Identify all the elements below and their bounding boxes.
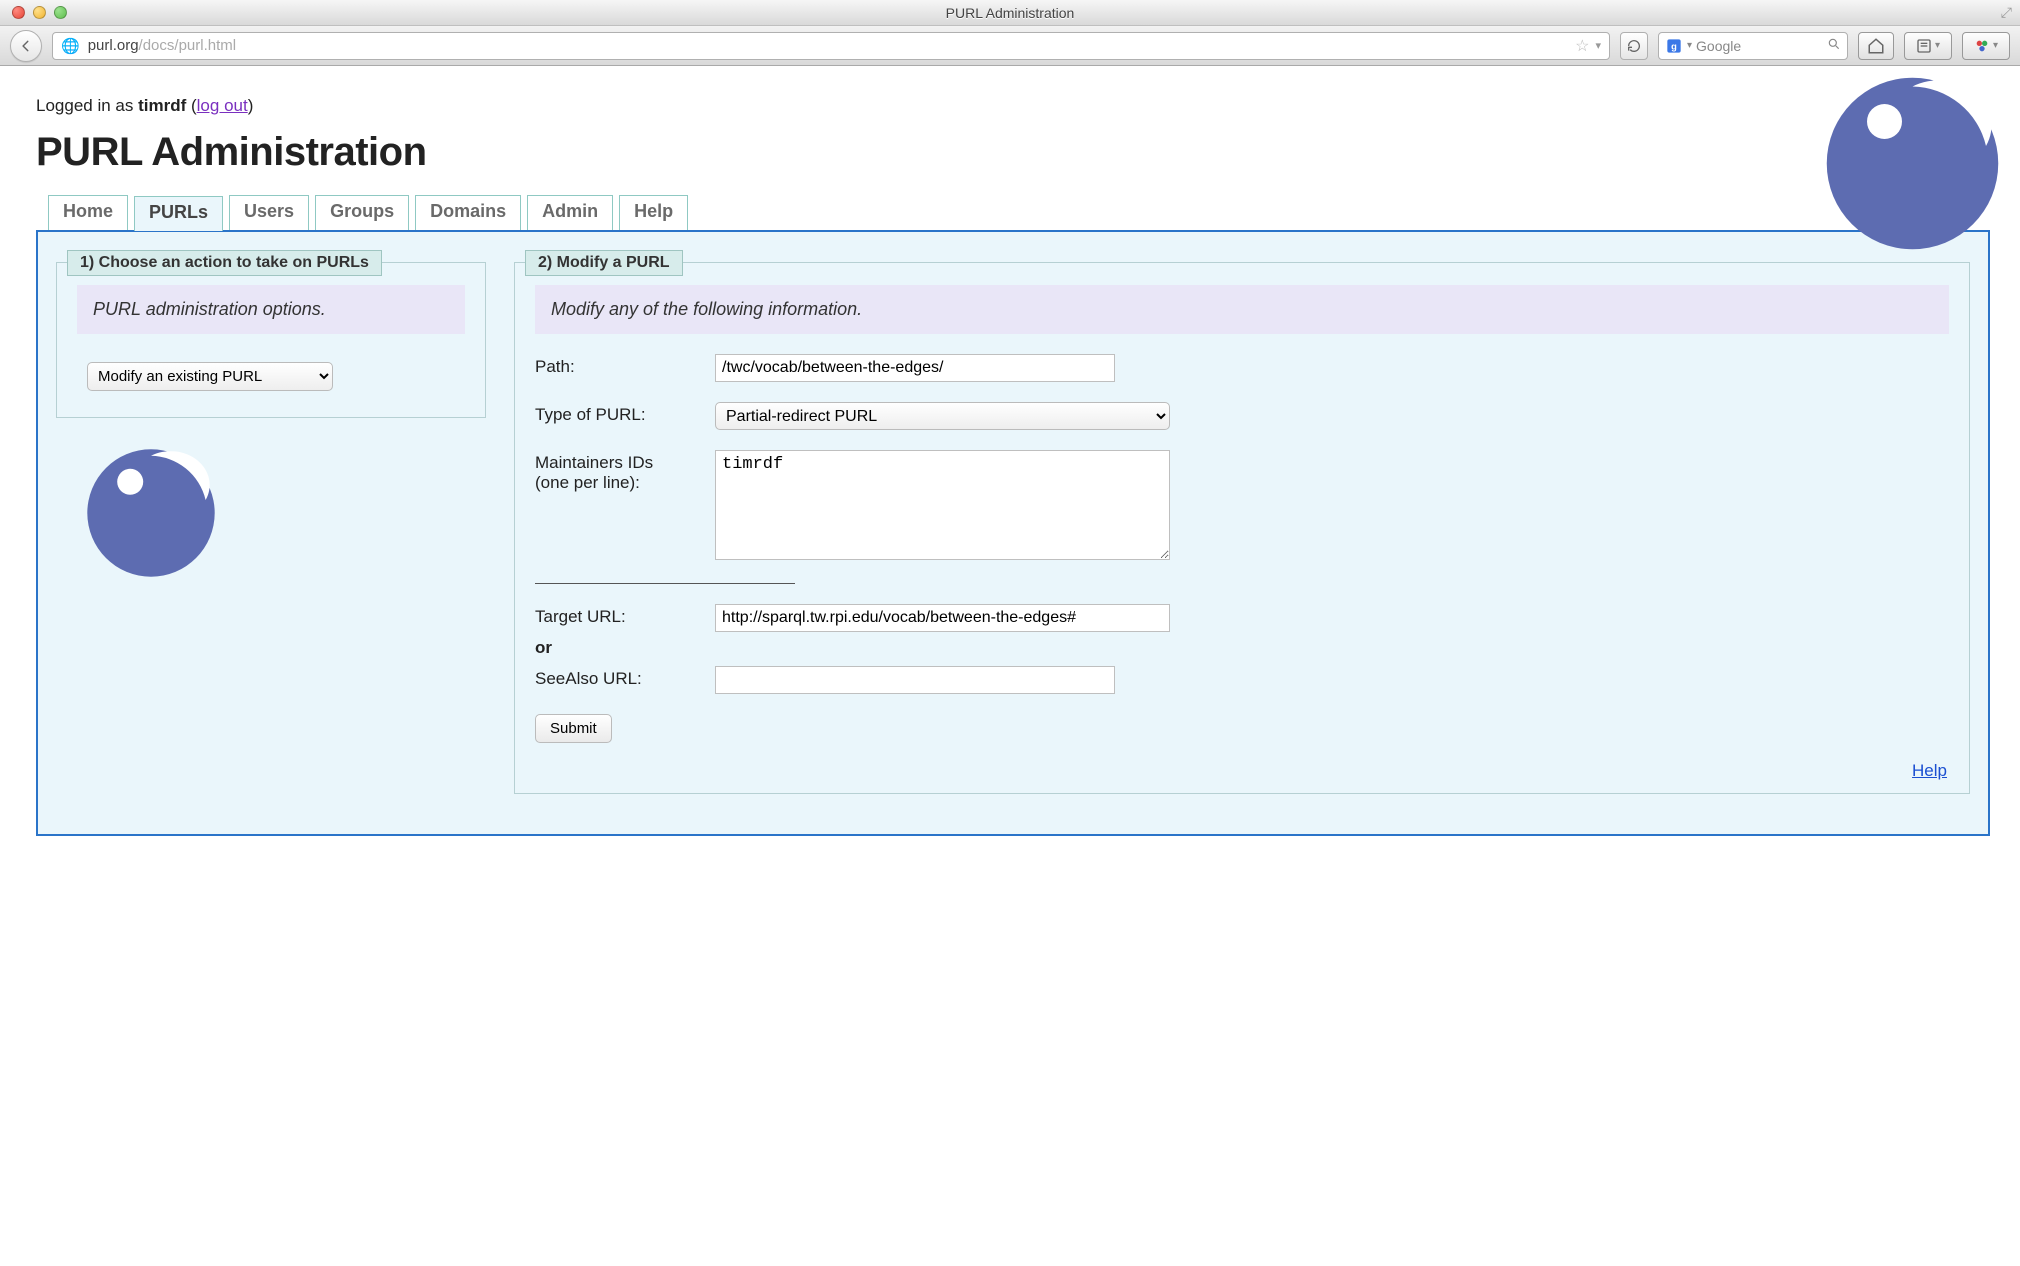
window-title: PURL Administration	[946, 5, 1075, 21]
modify-purl-banner: Modify any of the following information.	[535, 285, 1949, 334]
window-traffic-lights	[0, 6, 67, 19]
search-placeholder: Google	[1696, 38, 1827, 54]
browser-search-box[interactable]: g ▾ Google	[1658, 32, 1848, 60]
login-status: Logged in as timrdf (log out)	[36, 96, 1990, 116]
page-content: Logged in as timrdf (log out) PURL Admin…	[0, 66, 2020, 1246]
right-column: 2) Modify a PURL Modify any of the follo…	[514, 262, 1970, 794]
url-dropdown-icon[interactable]: ▾	[1595, 39, 1601, 52]
help-link[interactable]: Help	[1912, 761, 1947, 781]
label-maintainers-l1: Maintainers IDs	[535, 453, 715, 473]
reload-button[interactable]	[1620, 32, 1648, 60]
choose-action-banner: PURL administration options.	[77, 285, 465, 334]
choose-action-fieldset: 1) Choose an action to take on PURLs PUR…	[56, 262, 486, 418]
page-title: PURL Administration	[36, 130, 1990, 175]
input-seealso[interactable]	[715, 666, 1115, 694]
bookmarks-button[interactable]: ▾	[1904, 32, 1952, 60]
bookmark-star-icon[interactable]: ☆	[1575, 36, 1589, 56]
row-seealso: SeeAlso URL:	[535, 666, 1949, 694]
window-resize-icon[interactable]: ⤢	[2001, 4, 2012, 21]
bookmarks-icon	[1916, 38, 1932, 54]
label-seealso: SeeAlso URL:	[535, 666, 715, 689]
purl-logo-small	[86, 448, 216, 578]
tab-home[interactable]: Home	[48, 195, 128, 230]
logout-link[interactable]: log out	[197, 96, 248, 115]
google-icon: g	[1665, 37, 1683, 55]
search-icon[interactable]	[1827, 37, 1841, 54]
choose-action-legend: 1) Choose an action to take on PURLs	[67, 250, 382, 276]
input-target[interactable]	[715, 604, 1170, 632]
label-maintainers-l2: (one per line):	[535, 473, 715, 493]
tab-groups[interactable]: Groups	[315, 195, 409, 230]
url-path: /docs/purl.html	[139, 37, 237, 54]
label-path: Path:	[535, 354, 715, 377]
address-bar[interactable]: 🌐 purl.org/docs/purl.html ☆ ▾	[52, 32, 1610, 60]
row-type: Type of PURL: Partial-redirect PURL	[535, 402, 1949, 430]
action-select[interactable]: Modify an existing PURL	[87, 362, 333, 391]
browser-toolbar: 🌐 purl.org/docs/purl.html ☆ ▾ g ▾ Google…	[0, 26, 2020, 66]
login-username: timrdf	[138, 96, 186, 115]
row-target: Target URL:	[535, 604, 1949, 632]
modify-purl-legend: 2) Modify a PURL	[525, 250, 683, 276]
globe-icon: 🌐	[61, 37, 80, 55]
dropdown-icon: ▾	[1935, 40, 1940, 51]
dropdown-icon: ▾	[1993, 40, 1998, 51]
extension-icon	[1974, 38, 1990, 54]
url-host: purl.org	[88, 37, 139, 54]
row-maintainers: Maintainers IDs (one per line): timrdf	[535, 450, 1949, 563]
label-target: Target URL:	[535, 604, 715, 627]
divider	[535, 583, 795, 584]
label-maintainers: Maintainers IDs (one per line):	[535, 450, 715, 493]
tab-panel-purls: 1) Choose an action to take on PURLs PUR…	[36, 230, 1990, 836]
tab-users[interactable]: Users	[229, 195, 309, 230]
home-icon	[1867, 37, 1885, 55]
tab-admin[interactable]: Admin	[527, 195, 613, 230]
label-or: or	[535, 638, 1949, 658]
paren-close: )	[248, 96, 254, 115]
search-engine-dropdown-icon[interactable]: ▾	[1687, 40, 1692, 51]
window-zoom-button[interactable]	[54, 6, 67, 19]
paren-open: (	[186, 96, 196, 115]
login-prefix: Logged in as	[36, 96, 138, 115]
textarea-maintainers[interactable]: timrdf	[715, 450, 1170, 560]
purl-logo-large	[1825, 76, 2000, 251]
tab-help[interactable]: Help	[619, 195, 688, 230]
window-minimize-button[interactable]	[33, 6, 46, 19]
tab-domains[interactable]: Domains	[415, 195, 521, 230]
extension-button[interactable]: ▾	[1962, 32, 2010, 60]
submit-button[interactable]: Submit	[535, 714, 612, 743]
modify-purl-fieldset: 2) Modify a PURL Modify any of the follo…	[514, 262, 1970, 794]
tab-bar: Home PURLs Users Groups Domains Admin He…	[36, 195, 1990, 230]
label-type: Type of PURL:	[535, 402, 715, 425]
reload-icon	[1626, 38, 1642, 54]
svg-text:g: g	[1671, 41, 1677, 51]
select-type[interactable]: Partial-redirect PURL	[715, 402, 1170, 430]
row-path: Path:	[535, 354, 1949, 382]
back-arrow-icon	[19, 39, 33, 53]
back-button[interactable]	[10, 30, 42, 62]
window-titlebar: PURL Administration ⤢	[0, 0, 2020, 26]
tab-purls[interactable]: PURLs	[134, 196, 223, 231]
left-column: 1) Choose an action to take on PURLs PUR…	[56, 262, 486, 578]
window-close-button[interactable]	[12, 6, 25, 19]
input-path[interactable]	[715, 354, 1115, 382]
home-button[interactable]	[1858, 32, 1894, 60]
